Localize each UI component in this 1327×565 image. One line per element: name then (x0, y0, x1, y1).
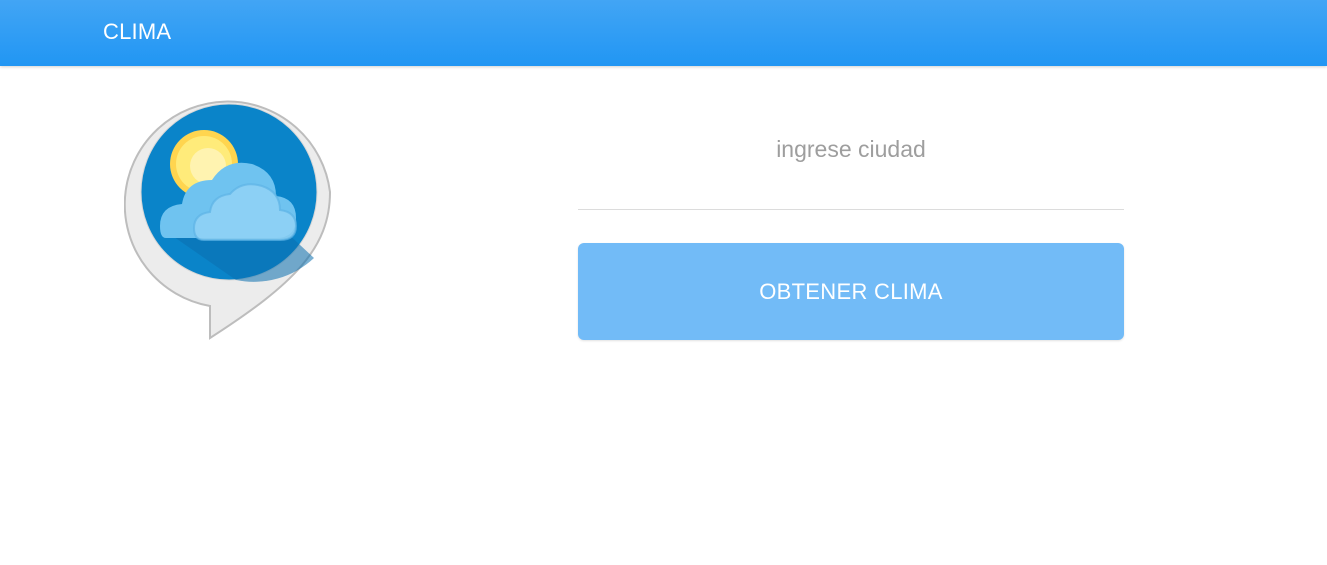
app-bar: CLIMA (0, 0, 1327, 66)
app-title: CLIMA (103, 19, 172, 44)
city-input[interactable] (578, 120, 1124, 210)
weather-sun-cloud-icon (123, 100, 332, 340)
weather-logo (123, 88, 336, 342)
get-weather-button[interactable]: OBTENER CLIMA (578, 243, 1124, 340)
